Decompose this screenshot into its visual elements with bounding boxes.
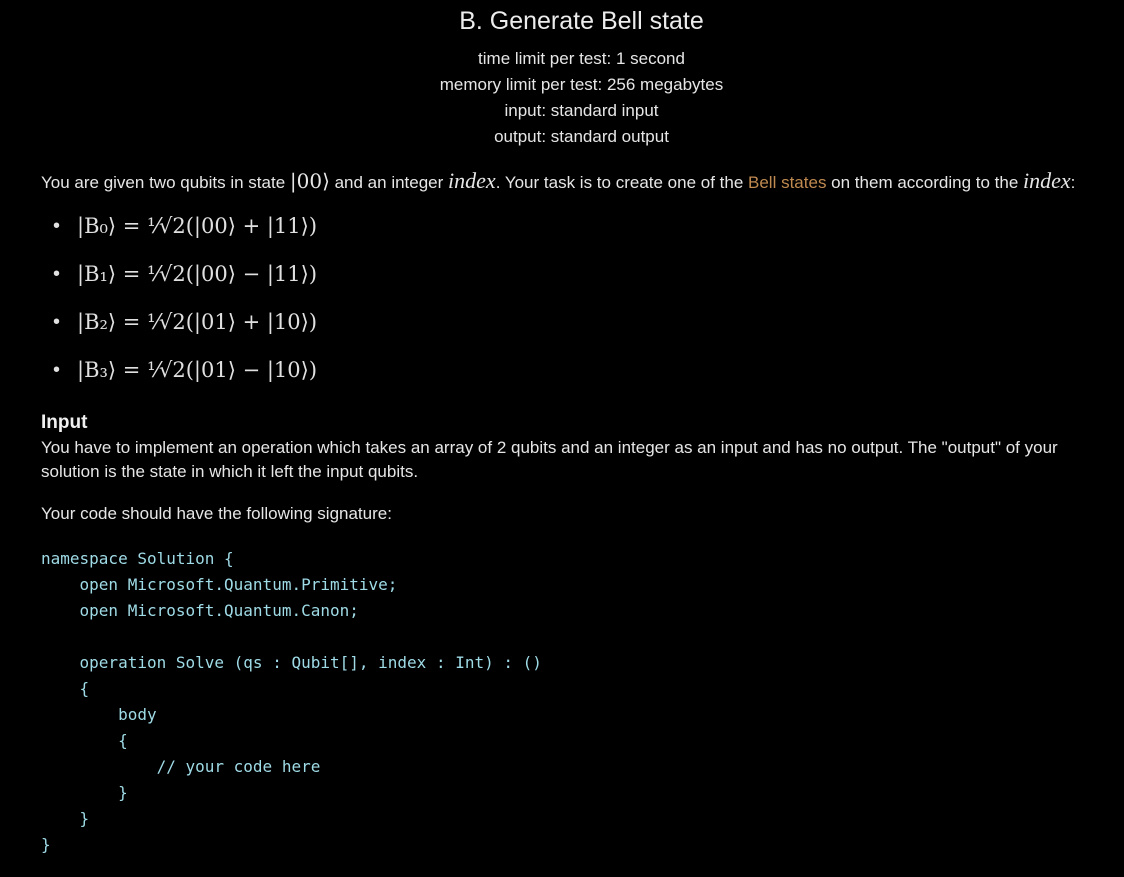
memory-limit: memory limit per test: 256 megabytes: [439, 75, 724, 94]
time-limit: time limit per test: 1 second: [478, 49, 685, 68]
bullet-icon: •: [53, 263, 61, 285]
problem-header: B. Generate Bell state time limit per te…: [0, 0, 1124, 150]
input-description: You have to implement an operation which…: [41, 438, 1058, 481]
intro-text-3: . Your task is to create one of the: [495, 173, 749, 192]
bell-state-3: |B₃⟩ = ¹⁄√2(|01⟩ − |10⟩): [77, 358, 318, 382]
bell-states-list: • |B₀⟩ = ¹⁄√2(|00⟩ + |11⟩) • |B₁⟩ = ¹⁄√2(|…: [41, 202, 1111, 394]
intro-text-2: and an integer: [329, 173, 449, 192]
problem-limits: time limit per test: 1 second memory lim…: [0, 46, 1124, 150]
intro-text-5: :: [1070, 173, 1076, 192]
bell-state-2: |B₂⟩ = ¹⁄√2(|01⟩ + |10⟩): [77, 310, 318, 334]
bell-state-1: |B₁⟩ = ¹⁄√2(|00⟩ − |11⟩): [77, 262, 318, 286]
bullet-icon: •: [53, 311, 61, 333]
bullet-icon: •: [53, 359, 61, 381]
list-item: • |B₂⟩ = ¹⁄√2(|01⟩ + |10⟩): [41, 298, 1111, 346]
signature-intro: Your code should have the following sign…: [41, 504, 392, 523]
statement-intro: You are given two qubits in state |00⟩ a…: [41, 166, 1111, 198]
index-variable-2: index: [1023, 168, 1071, 193]
initial-state-ket: |00⟩: [289, 169, 330, 193]
list-item: • |B₀⟩ = ¹⁄√2(|00⟩ + |11⟩): [41, 202, 1111, 250]
input-section-title: Input: [41, 412, 88, 433]
bell-state-0: |B₀⟩ = ¹⁄√2(|00⟩ + |11⟩): [77, 214, 318, 238]
problem-statement: You are given two qubits in state |00⟩ a…: [41, 166, 1111, 858]
index-variable: index: [448, 168, 496, 193]
bell-states-link[interactable]: Bell states: [748, 173, 826, 192]
bullet-icon: •: [53, 215, 61, 237]
intro-text-1: You are given two qubits in state: [41, 173, 290, 192]
problem-title: B. Generate Bell state: [459, 7, 704, 35]
output-spec: output: standard output: [494, 127, 669, 146]
code-signature-block[interactable]: namespace Solution { open Microsoft.Quan…: [41, 546, 1111, 858]
list-item: • |B₃⟩ = ¹⁄√2(|01⟩ − |10⟩): [41, 346, 1111, 394]
input-spec: input: standard input: [504, 101, 659, 120]
list-item: • |B₁⟩ = ¹⁄√2(|00⟩ − |11⟩): [41, 250, 1111, 298]
intro-text-4: on them according to the: [826, 173, 1024, 192]
